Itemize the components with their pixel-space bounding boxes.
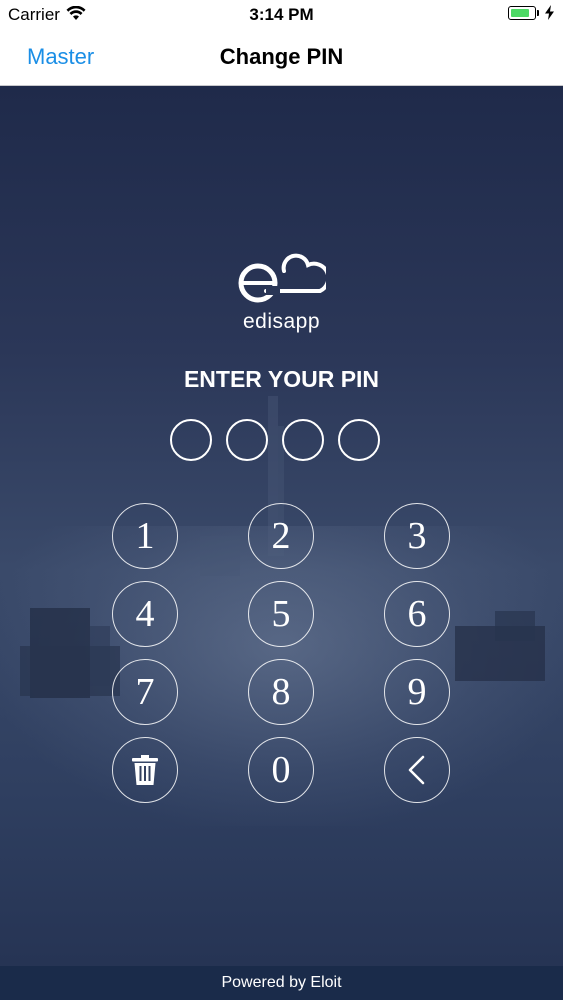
key-6[interactable]: 6 xyxy=(384,581,450,647)
chevron-left-icon xyxy=(406,755,428,785)
logo-wordmark: edisapp xyxy=(242,310,321,333)
battery-cap xyxy=(537,10,539,16)
footer: Powered by Eloit xyxy=(0,966,563,1000)
key-0[interactable]: 0 xyxy=(248,737,314,803)
pin-dot xyxy=(170,419,212,461)
charging-icon xyxy=(545,5,554,25)
key-8[interactable]: 8 xyxy=(248,659,314,725)
battery-level xyxy=(511,9,529,17)
status-bar: Carrier 3:14 PM xyxy=(0,0,563,30)
pin-dot xyxy=(282,419,324,461)
pin-indicator xyxy=(170,419,386,467)
battery-icon xyxy=(508,6,536,20)
key-9[interactable]: 9 xyxy=(384,659,450,725)
key-7[interactable]: 7 xyxy=(112,659,178,725)
pin-prompt: ENTER YOUR PIN xyxy=(183,366,380,392)
backspace-button[interactable] xyxy=(384,737,450,803)
key-1[interactable]: 1 xyxy=(112,503,178,569)
pin-dot xyxy=(338,419,380,461)
pin-dot xyxy=(226,419,268,461)
page-title: Change PIN xyxy=(219,44,344,69)
status-time: 3:14 PM xyxy=(249,5,314,24)
pin-entry-screen: edisapp ENTER YOUR PIN 1 2 3 4 5 6 7 8 9… xyxy=(0,86,563,966)
delete-button[interactable] xyxy=(112,737,178,803)
key-4[interactable]: 4 xyxy=(112,581,178,647)
key-5[interactable]: 5 xyxy=(248,581,314,647)
key-2[interactable]: 2 xyxy=(248,503,314,569)
edisapp-logo xyxy=(236,249,331,314)
navigation-bar: Master Change PIN xyxy=(0,30,563,86)
key-3[interactable]: 3 xyxy=(384,503,450,569)
trash-icon xyxy=(132,755,158,785)
